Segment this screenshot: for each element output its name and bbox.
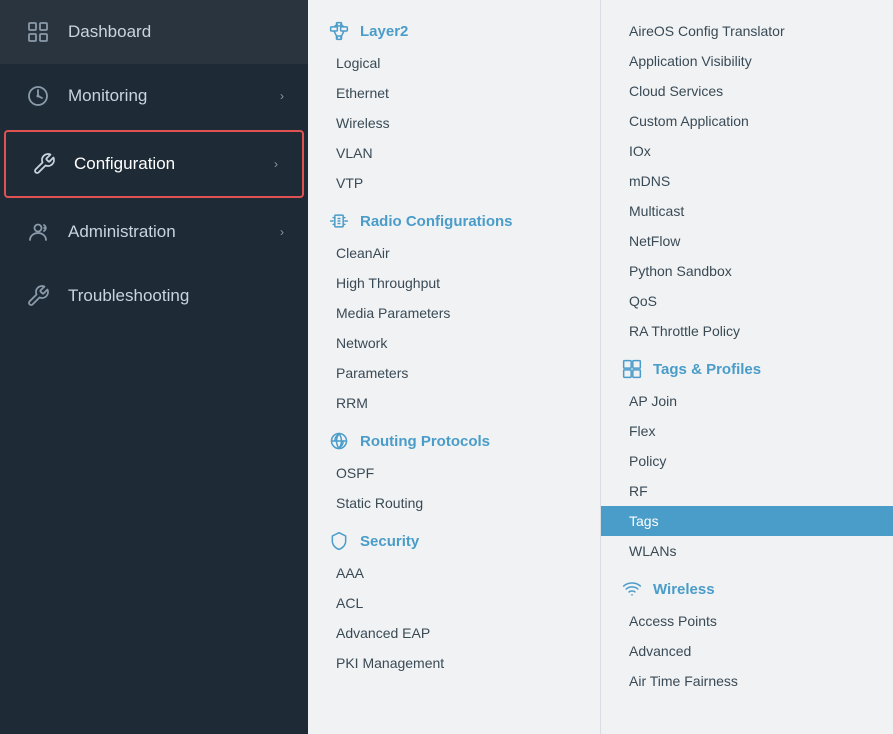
layer2-icon bbox=[328, 20, 350, 42]
menu-item-ap-join[interactable]: AP Join bbox=[601, 386, 893, 416]
menu-item-access-points[interactable]: Access Points bbox=[601, 606, 893, 636]
sidebar-label-configuration: Configuration bbox=[74, 154, 258, 174]
section-layer2: Layer2 bbox=[308, 8, 600, 48]
section-label-tags-profiles: Tags & Profiles bbox=[653, 361, 761, 378]
menu-item-mdns[interactable]: mDNS bbox=[601, 166, 893, 196]
menu-item-wireless[interactable]: Wireless bbox=[308, 108, 600, 138]
menu-item-qos[interactable]: QoS bbox=[601, 286, 893, 316]
menu-item-ra-throttle-policy[interactable]: RA Throttle Policy bbox=[601, 316, 893, 346]
menu-item-high-throughput[interactable]: High Throughput bbox=[308, 268, 600, 298]
sidebar-item-monitoring[interactable]: Monitoring › bbox=[0, 64, 308, 128]
sidebar-item-administration[interactable]: Administration › bbox=[0, 200, 308, 264]
section-label-layer2: Layer2 bbox=[360, 23, 408, 40]
menu-item-ospf[interactable]: OSPF bbox=[308, 458, 600, 488]
section-routing-protocols: Routing Protocols bbox=[308, 418, 600, 458]
menu-item-parameters[interactable]: Parameters bbox=[308, 358, 600, 388]
menu-item-static-routing[interactable]: Static Routing bbox=[308, 488, 600, 518]
menu-col-1: Layer2 Logical Ethernet Wireless VLAN VT… bbox=[308, 0, 601, 734]
section-label-radio: Radio Configurations bbox=[360, 213, 513, 230]
wireless-icon bbox=[621, 578, 643, 600]
menu-item-air-time-fairness[interactable]: Air Time Fairness bbox=[601, 666, 893, 696]
menu-item-advanced-eap[interactable]: Advanced EAP bbox=[308, 618, 600, 648]
section-label-routing: Routing Protocols bbox=[360, 433, 490, 450]
menu-item-netflow[interactable]: NetFlow bbox=[601, 226, 893, 256]
configuration-icon bbox=[30, 150, 58, 178]
security-icon bbox=[328, 530, 350, 552]
chevron-monitoring: › bbox=[280, 89, 284, 103]
menu-item-aaa[interactable]: AAA bbox=[308, 558, 600, 588]
monitoring-icon bbox=[24, 82, 52, 110]
menu-item-media-parameters[interactable]: Media Parameters bbox=[308, 298, 600, 328]
administration-icon bbox=[24, 218, 52, 246]
section-label-wireless: Wireless bbox=[653, 581, 715, 598]
sidebar-label-administration: Administration bbox=[68, 222, 264, 242]
sidebar: Dashboard Monitoring › Configuration › bbox=[0, 0, 308, 734]
chevron-administration: › bbox=[280, 225, 284, 239]
menu-item-custom-application[interactable]: Custom Application bbox=[601, 106, 893, 136]
section-security: Security bbox=[308, 518, 600, 558]
menu-item-acl[interactable]: ACL bbox=[308, 588, 600, 618]
menu-item-iox[interactable]: IOx bbox=[601, 136, 893, 166]
section-radio-configurations: Radio Configurations bbox=[308, 198, 600, 238]
menu-item-vtp[interactable]: VTP bbox=[308, 168, 600, 198]
menu-item-aireos-config-translator[interactable]: AireOS Config Translator bbox=[601, 16, 893, 46]
menu-item-multicast[interactable]: Multicast bbox=[601, 196, 893, 226]
menu-item-application-visibility[interactable]: Application Visibility bbox=[601, 46, 893, 76]
menu-item-python-sandbox[interactable]: Python Sandbox bbox=[601, 256, 893, 286]
section-label-security: Security bbox=[360, 533, 419, 550]
menu-item-tags[interactable]: Tags bbox=[601, 506, 893, 536]
sidebar-label-monitoring: Monitoring bbox=[68, 86, 264, 106]
menu-item-cloud-services[interactable]: Cloud Services bbox=[601, 76, 893, 106]
routing-icon bbox=[328, 430, 350, 452]
menu-item-rf[interactable]: RF bbox=[601, 476, 893, 506]
menu-item-advanced[interactable]: Advanced bbox=[601, 636, 893, 666]
menu-item-wlans[interactable]: WLANs bbox=[601, 536, 893, 566]
section-wireless: Wireless bbox=[601, 566, 893, 606]
menu-item-rrm[interactable]: RRM bbox=[308, 388, 600, 418]
troubleshooting-icon bbox=[24, 282, 52, 310]
menu-item-pki-management[interactable]: PKI Management bbox=[308, 648, 600, 678]
sidebar-label-troubleshooting: Troubleshooting bbox=[68, 286, 284, 306]
menu-item-network[interactable]: Network bbox=[308, 328, 600, 358]
sidebar-item-dashboard[interactable]: Dashboard bbox=[0, 0, 308, 64]
tags-profiles-icon bbox=[621, 358, 643, 380]
section-tags-profiles: Tags & Profiles bbox=[601, 346, 893, 386]
menu-item-flex[interactable]: Flex bbox=[601, 416, 893, 446]
radio-icon bbox=[328, 210, 350, 232]
chevron-configuration: › bbox=[274, 157, 278, 171]
menu-item-ethernet[interactable]: Ethernet bbox=[308, 78, 600, 108]
menu-item-vlan[interactable]: VLAN bbox=[308, 138, 600, 168]
sidebar-item-configuration[interactable]: Configuration › bbox=[4, 130, 304, 198]
main-content: Layer2 Logical Ethernet Wireless VLAN VT… bbox=[308, 0, 893, 734]
menu-item-cleanair[interactable]: CleanAir bbox=[308, 238, 600, 268]
menu-col-2: AireOS Config Translator Application Vis… bbox=[601, 0, 893, 734]
dashboard-icon bbox=[24, 18, 52, 46]
menu-item-logical[interactable]: Logical bbox=[308, 48, 600, 78]
sidebar-label-dashboard: Dashboard bbox=[68, 22, 284, 42]
sidebar-item-troubleshooting[interactable]: Troubleshooting bbox=[0, 264, 308, 328]
menu-item-policy[interactable]: Policy bbox=[601, 446, 893, 476]
